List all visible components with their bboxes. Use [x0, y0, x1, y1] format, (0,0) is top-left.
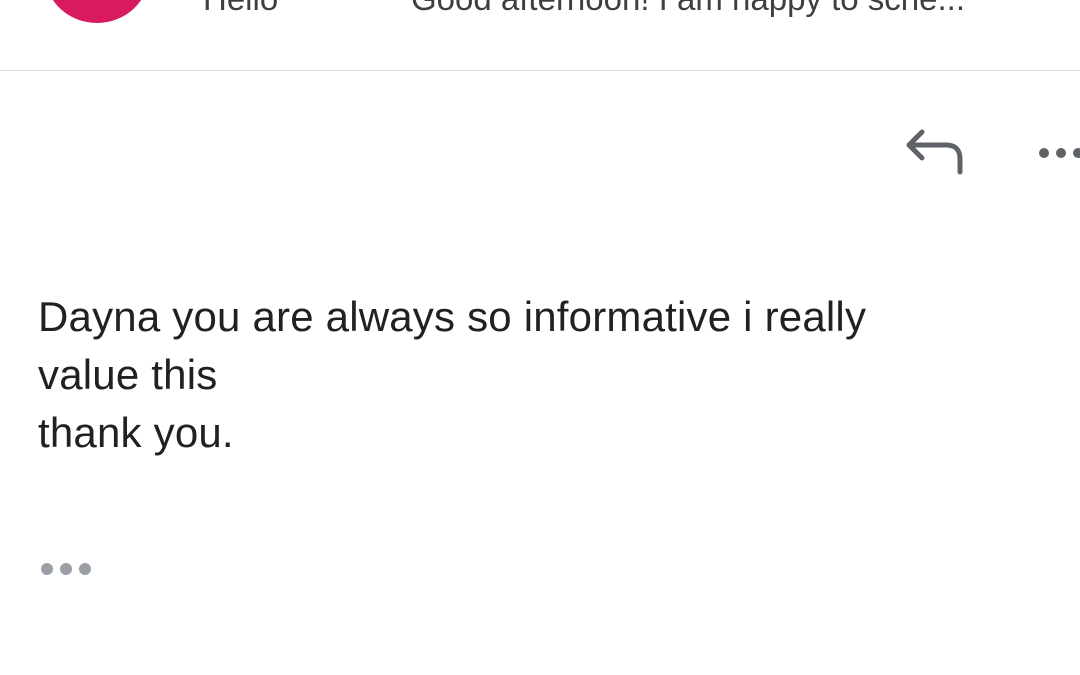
more-options-icon — [1039, 148, 1080, 158]
sender-avatar[interactable] — [45, 0, 149, 23]
message-body-line: Dayna you are always so informative i re… — [38, 293, 867, 340]
message-body-line: value this — [38, 351, 218, 398]
message-body: Dayna you are always so informative i re… — [38, 288, 1048, 462]
previous-message-row[interactable]: Hello Good afternoon! I am happy to sche… — [0, 0, 1080, 70]
previous-message-snippet: Good afternoon! I am happy to sche... — [411, 0, 965, 18]
reply-button[interactable] — [900, 126, 966, 180]
show-trimmed-content-button[interactable] — [38, 556, 96, 582]
more-options-button[interactable] — [1030, 138, 1080, 168]
previous-message-sender: Hello — [203, 0, 278, 18]
message-divider — [0, 70, 1080, 71]
reply-icon — [906, 129, 963, 175]
message-body-line: thank you. — [38, 409, 234, 456]
show-trimmed-content-icon — [41, 563, 91, 575]
email-thread-screen: Hello Good afternoon! I am happy to sche… — [0, 0, 1080, 675]
